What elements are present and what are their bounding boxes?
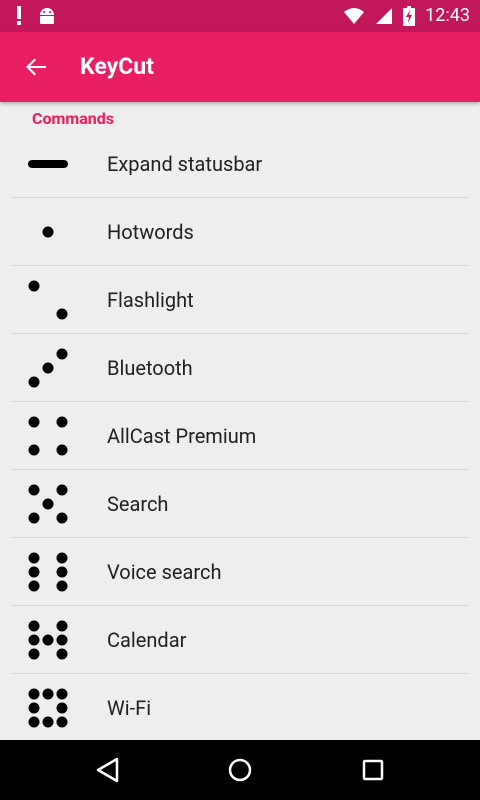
status-time: 12:43: [425, 5, 470, 26]
pattern-dot: [56, 648, 68, 660]
pattern-dot: [28, 688, 40, 700]
pattern-dot: [28, 566, 40, 578]
list-item-label: Flashlight: [107, 288, 194, 312]
pattern-dot: [56, 580, 68, 592]
list-item-label: Search: [107, 492, 169, 516]
command-list: Expand statusbar Hotwords Flashlight Blueto…: [0, 130, 480, 742]
app-title: KeyCut: [80, 53, 154, 80]
pattern-icon: [28, 348, 68, 388]
signal-icon: [376, 8, 393, 24]
list-item-label: Wi-Fi: [107, 696, 152, 720]
pattern-dot: [28, 648, 40, 660]
pattern-dot: [42, 634, 54, 646]
pattern-dot: [42, 498, 54, 510]
pattern-dot: [28, 634, 40, 646]
pattern-dot: [42, 716, 54, 728]
list-item-label: Calendar: [107, 628, 187, 652]
pattern-dot: [56, 716, 68, 728]
pattern-dot: [56, 620, 68, 632]
pattern-dot: [42, 226, 54, 238]
navigation-bar: [0, 740, 480, 800]
app-bar: KeyCut: [0, 32, 480, 102]
list-item[interactable]: Wi-Fi: [0, 674, 480, 742]
list-item-label: Voice search: [107, 560, 222, 584]
pattern-dot: [42, 688, 54, 700]
status-bar: 12:43: [0, 0, 480, 32]
pattern-dash: [28, 160, 68, 168]
arrow-back-icon[interactable]: [20, 51, 52, 83]
pattern-dot: [56, 348, 68, 360]
pattern-dot: [56, 688, 68, 700]
list-item-label: Expand statusbar: [107, 152, 263, 176]
list-item[interactable]: AllCast Premium: [0, 402, 480, 470]
battery-charging-icon: [403, 6, 416, 26]
pattern-dot: [28, 620, 40, 632]
pattern-icon: [28, 160, 68, 168]
list-item-label: Bluetooth: [107, 356, 193, 380]
nav-home-icon[interactable]: [222, 752, 258, 788]
pattern-dot: [56, 308, 68, 320]
pattern-dot: [56, 512, 68, 524]
pattern-icon: [42, 226, 54, 238]
pattern-dot: [28, 580, 40, 592]
list-item[interactable]: Voice search: [0, 538, 480, 606]
pattern-icon: [28, 620, 68, 660]
pattern-icon: [28, 484, 68, 524]
list-item[interactable]: Hotwords: [0, 198, 480, 266]
pattern-dot: [28, 444, 40, 456]
pattern-dot: [28, 280, 40, 292]
list-item[interactable]: Search: [0, 470, 480, 538]
list-item[interactable]: Calendar: [0, 606, 480, 674]
pattern-dot: [42, 362, 54, 374]
pattern-dot: [56, 634, 68, 646]
pattern-dot: [28, 716, 40, 728]
nav-recents-icon[interactable]: [355, 752, 391, 788]
wifi-icon: [344, 8, 365, 24]
list-item[interactable]: Expand statusbar: [0, 130, 480, 198]
pattern-icon: [28, 416, 68, 456]
pattern-dot: [56, 484, 68, 496]
pattern-icon: [28, 688, 68, 728]
nav-back-icon[interactable]: [90, 752, 126, 788]
exclamation-icon: [17, 6, 21, 25]
pattern-dot: [28, 376, 40, 388]
list-item[interactable]: Flashlight: [0, 266, 480, 334]
pattern-dot: [28, 552, 40, 564]
pattern-icon: [28, 552, 68, 592]
pattern-dot: [56, 702, 68, 714]
pattern-dot: [28, 416, 40, 428]
section-header: Commands: [32, 109, 114, 128]
list-item-label: AllCast Premium: [107, 424, 257, 448]
pattern-dot: [56, 566, 68, 578]
pattern-dot: [28, 512, 40, 524]
android-icon: [40, 8, 54, 24]
pattern-dot: [56, 416, 68, 428]
pattern-dot: [28, 484, 40, 496]
pattern-dot: [56, 444, 68, 456]
list-item-label: Hotwords: [107, 220, 194, 244]
pattern-dot: [56, 552, 68, 564]
pattern-icon: [28, 280, 68, 320]
pattern-dot: [28, 702, 40, 714]
list-item[interactable]: Bluetooth: [0, 334, 480, 402]
